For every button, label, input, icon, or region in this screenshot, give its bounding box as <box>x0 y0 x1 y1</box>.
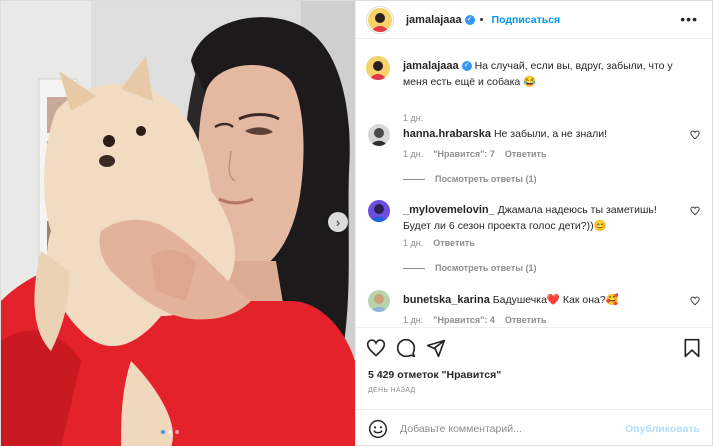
comment-time[interactable]: 1 дн. <box>403 149 423 159</box>
comment-meta: 1 дн. "Нравится": 7 Ответить <box>403 149 546 159</box>
comment-like-heart-icon[interactable] <box>690 296 700 306</box>
more-horizontal-icon[interactable]: ••• <box>680 11 698 27</box>
caption-text: jamalajaaa ✓ На случай, если вы, вдруг, з… <box>403 58 688 90</box>
comment-body: Не забыли, а не знали! <box>493 128 608 140</box>
reply-button[interactable]: Ответить <box>505 149 547 159</box>
comment-like-heart-icon[interactable] <box>690 130 700 140</box>
carousel-dot-2 <box>168 430 172 434</box>
comment-text: _mylovemelovin_ Джамала надеюсь ты замет… <box>403 202 680 234</box>
comment-likes-count[interactable]: "Нравится": 7 <box>433 149 495 159</box>
view-replies-button[interactable]: Посмотреть ответы (1) <box>403 263 536 273</box>
comment-meta: 1 дн. "Нравится": 4 Ответить <box>403 315 546 325</box>
heart-icon[interactable] <box>366 338 386 358</box>
share-icon[interactable] <box>426 338 446 358</box>
likes-count[interactable]: 5 429 отметок "Нравится" <box>368 369 501 381</box>
comment-avatar[interactable] <box>368 124 390 146</box>
comment-meta: 1 дн. Ответить <box>403 238 475 248</box>
caption-username[interactable]: jamalajaaa <box>403 60 459 72</box>
view-replies-label: Посмотреть ответы (1) <box>435 263 537 273</box>
instagram-post: › jamalajaaa ✓ • Подписаться ••• jamalaj… <box>0 0 713 446</box>
reply-button[interactable]: Ответить <box>505 315 547 325</box>
comment-time[interactable]: 1 дн. <box>403 238 423 248</box>
author-username[interactable]: jamalajaaa <box>406 14 462 26</box>
emoji-icon[interactable] <box>368 419 388 439</box>
caption-meta: 1 дн. <box>403 113 423 123</box>
view-replies-button[interactable]: Посмотреть ответы (1) <box>403 174 536 184</box>
carousel-dot-1 <box>161 430 165 434</box>
comment-username[interactable]: hanna.hrabarska <box>403 128 491 140</box>
carousel-dots <box>161 430 179 434</box>
replies-divider <box>403 267 425 269</box>
comment-username[interactable]: bunetska_karina <box>403 294 490 306</box>
comment-text: hanna.hrabarska Не забыли, а не знали! <box>403 126 680 142</box>
photo-illustration <box>1 1 355 446</box>
verified-badge-icon: ✓ <box>464 14 475 25</box>
carousel-next-button[interactable]: › <box>328 212 348 232</box>
follow-button[interactable]: Подписаться <box>492 14 561 26</box>
post-header: jamalajaaa ✓ • Подписаться ••• <box>356 1 712 39</box>
carousel-dot-3 <box>175 430 179 434</box>
caption-time[interactable]: 1 дн. <box>403 113 423 123</box>
comment-like-heart-icon[interactable] <box>690 206 700 216</box>
verified-badge-icon: ✓ <box>461 61 472 72</box>
comment-icon[interactable] <box>396 338 416 358</box>
post-side-panel: jamalajaaa ✓ • Подписаться ••• jamalajaa… <box>355 1 712 446</box>
comments-list: jamalajaaa ✓ На случай, если вы, вдруг, з… <box>356 40 712 336</box>
reply-button[interactable]: Ответить <box>433 238 475 248</box>
comment-time[interactable]: 1 дн. <box>403 315 423 325</box>
post-photo[interactable]: › <box>1 1 355 446</box>
add-comment-bar: Опубликовать <box>356 409 712 446</box>
comment-username[interactable]: _mylovemelovin_ <box>403 204 495 216</box>
header-separator: • <box>479 13 484 26</box>
comment-likes-count[interactable]: "Нравится": 4 <box>433 315 495 325</box>
replies-divider <box>403 178 425 180</box>
comment-text: bunetska_karina Бадушечка❤️ Как она?🥰 <box>403 292 680 308</box>
comment-avatar[interactable] <box>368 200 390 222</box>
author-avatar[interactable] <box>366 5 394 34</box>
post-date[interactable]: ДЕНЬ НАЗАД <box>368 387 416 394</box>
post-action-bar <box>356 327 712 367</box>
bookmark-icon[interactable] <box>682 338 702 358</box>
comment-input[interactable] <box>400 422 630 435</box>
comment-body: Бадушечка❤️ Как она?🥰 <box>492 294 619 306</box>
publish-button[interactable]: Опубликовать <box>625 423 700 435</box>
comment-avatar[interactable] <box>368 290 390 312</box>
caption-avatar[interactable] <box>366 56 390 80</box>
view-replies-label: Посмотреть ответы (1) <box>435 174 537 184</box>
